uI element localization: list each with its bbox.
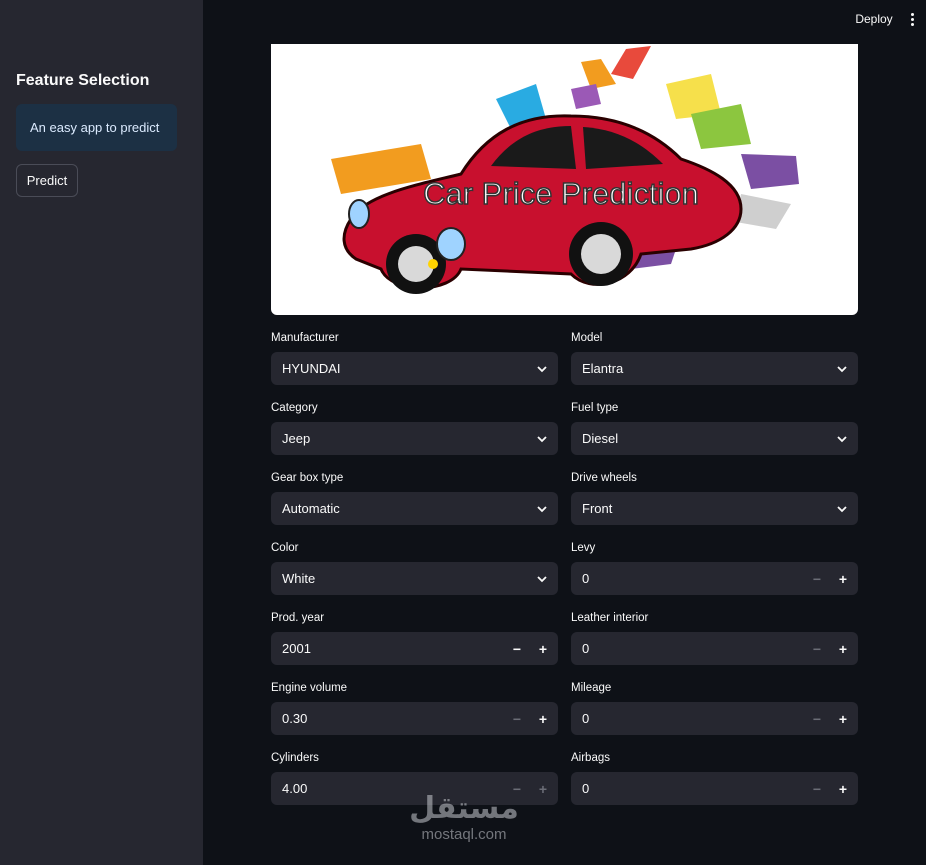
banner-image: Car Price Prediction — [271, 44, 858, 315]
color-label: Color — [271, 542, 299, 554]
car-illustration: Car Price Prediction — [331, 46, 799, 294]
engine-volume-increment-button[interactable]: + — [530, 702, 556, 735]
mileage-decrement-button[interactable]: − — [804, 702, 830, 735]
levy-label: Levy — [571, 542, 596, 554]
engine-volume-label: Engine volume — [271, 682, 348, 694]
manufacturer-label: Manufacturer — [271, 332, 339, 344]
leather-interior-input[interactable]: 0 − + — [571, 632, 858, 665]
model-label: Model — [571, 332, 603, 344]
drive-wheels-value: Front — [582, 501, 613, 516]
levy-input[interactable]: 0 − + — [571, 562, 858, 595]
predict-button[interactable]: Predict — [16, 164, 78, 197]
mileage-value[interactable]: 0 — [582, 702, 589, 735]
fuel-type-label: Fuel type — [571, 402, 619, 414]
category-select[interactable]: Jeep — [271, 422, 558, 455]
deploy-button[interactable]: Deploy — [848, 10, 900, 28]
mileage-input[interactable]: 0 − + — [571, 702, 858, 735]
engine-volume-value[interactable]: 0.30 — [282, 702, 307, 735]
drive-wheels-select[interactable]: Front — [571, 492, 858, 525]
airbags-value[interactable]: 0 — [582, 772, 589, 805]
model-select[interactable]: Elantra — [571, 352, 858, 385]
manufacturer-value: HYUNDAI — [282, 361, 341, 376]
leather-interior-increment-button[interactable]: + — [830, 632, 856, 665]
sidebar-info-box: An easy app to predict — [16, 104, 177, 151]
banner-title: Car Price Prediction — [423, 176, 699, 211]
prod-year-increment-button[interactable]: + — [530, 632, 556, 665]
airbags-decrement-button[interactable]: − — [804, 772, 830, 805]
prod-year-value[interactable]: 2001 — [282, 632, 311, 665]
watermark-latin: mostaql.com — [421, 826, 507, 843]
leather-interior-value[interactable]: 0 — [582, 632, 589, 665]
chevron-down-icon — [537, 576, 547, 583]
category-value: Jeep — [282, 431, 311, 446]
prod-year-label: Prod. year — [271, 612, 325, 624]
levy-increment-button[interactable]: + — [830, 562, 856, 595]
fuel-type-select[interactable]: Diesel — [571, 422, 858, 455]
watermark: مستقل mostaql.com — [404, 792, 524, 852]
color-select[interactable]: White — [271, 562, 558, 595]
chevron-down-icon — [837, 506, 847, 513]
cylinders-increment-button[interactable]: + — [530, 772, 556, 805]
chevron-down-icon — [837, 366, 847, 373]
gear-box-type-value: Automatic — [282, 501, 340, 516]
engine-volume-decrement-button[interactable]: − — [504, 702, 530, 735]
prod-year-input[interactable]: 2001 − + — [271, 632, 558, 665]
fuel-type-value: Diesel — [582, 431, 619, 446]
chevron-down-icon — [837, 436, 847, 443]
mileage-label: Mileage — [571, 682, 612, 694]
watermark-arabic: مستقل — [409, 791, 519, 826]
chevron-down-icon — [537, 506, 547, 513]
levy-decrement-button[interactable]: − — [804, 562, 830, 595]
prod-year-decrement-button[interactable]: − — [504, 632, 530, 665]
chevron-down-icon — [537, 366, 547, 373]
kebab-menu-icon[interactable] — [904, 10, 920, 28]
gear-box-type-label: Gear box type — [271, 472, 344, 484]
cylinders-label: Cylinders — [271, 752, 319, 764]
leather-interior-label: Leather interior — [571, 612, 649, 624]
airbags-input[interactable]: 0 − + — [571, 772, 858, 805]
cylinders-value[interactable]: 4.00 — [282, 772, 307, 805]
manufacturer-select[interactable]: HYUNDAI — [271, 352, 558, 385]
sidebar-title: Feature Selection — [16, 72, 150, 89]
engine-volume-input[interactable]: 0.30 − + — [271, 702, 558, 735]
airbags-increment-button[interactable]: + — [830, 772, 856, 805]
chevron-down-icon — [537, 436, 547, 443]
leather-interior-decrement-button[interactable]: − — [804, 632, 830, 665]
category-label: Category — [271, 402, 318, 414]
model-value: Elantra — [582, 361, 624, 376]
levy-value[interactable]: 0 — [582, 562, 589, 595]
mileage-increment-button[interactable]: + — [830, 702, 856, 735]
color-value: White — [282, 571, 316, 586]
drive-wheels-label: Drive wheels — [571, 472, 637, 484]
airbags-label: Airbags — [571, 752, 610, 764]
gear-box-type-select[interactable]: Automatic — [271, 492, 558, 525]
sidebar: Feature Selection An easy app to predict… — [0, 0, 203, 865]
